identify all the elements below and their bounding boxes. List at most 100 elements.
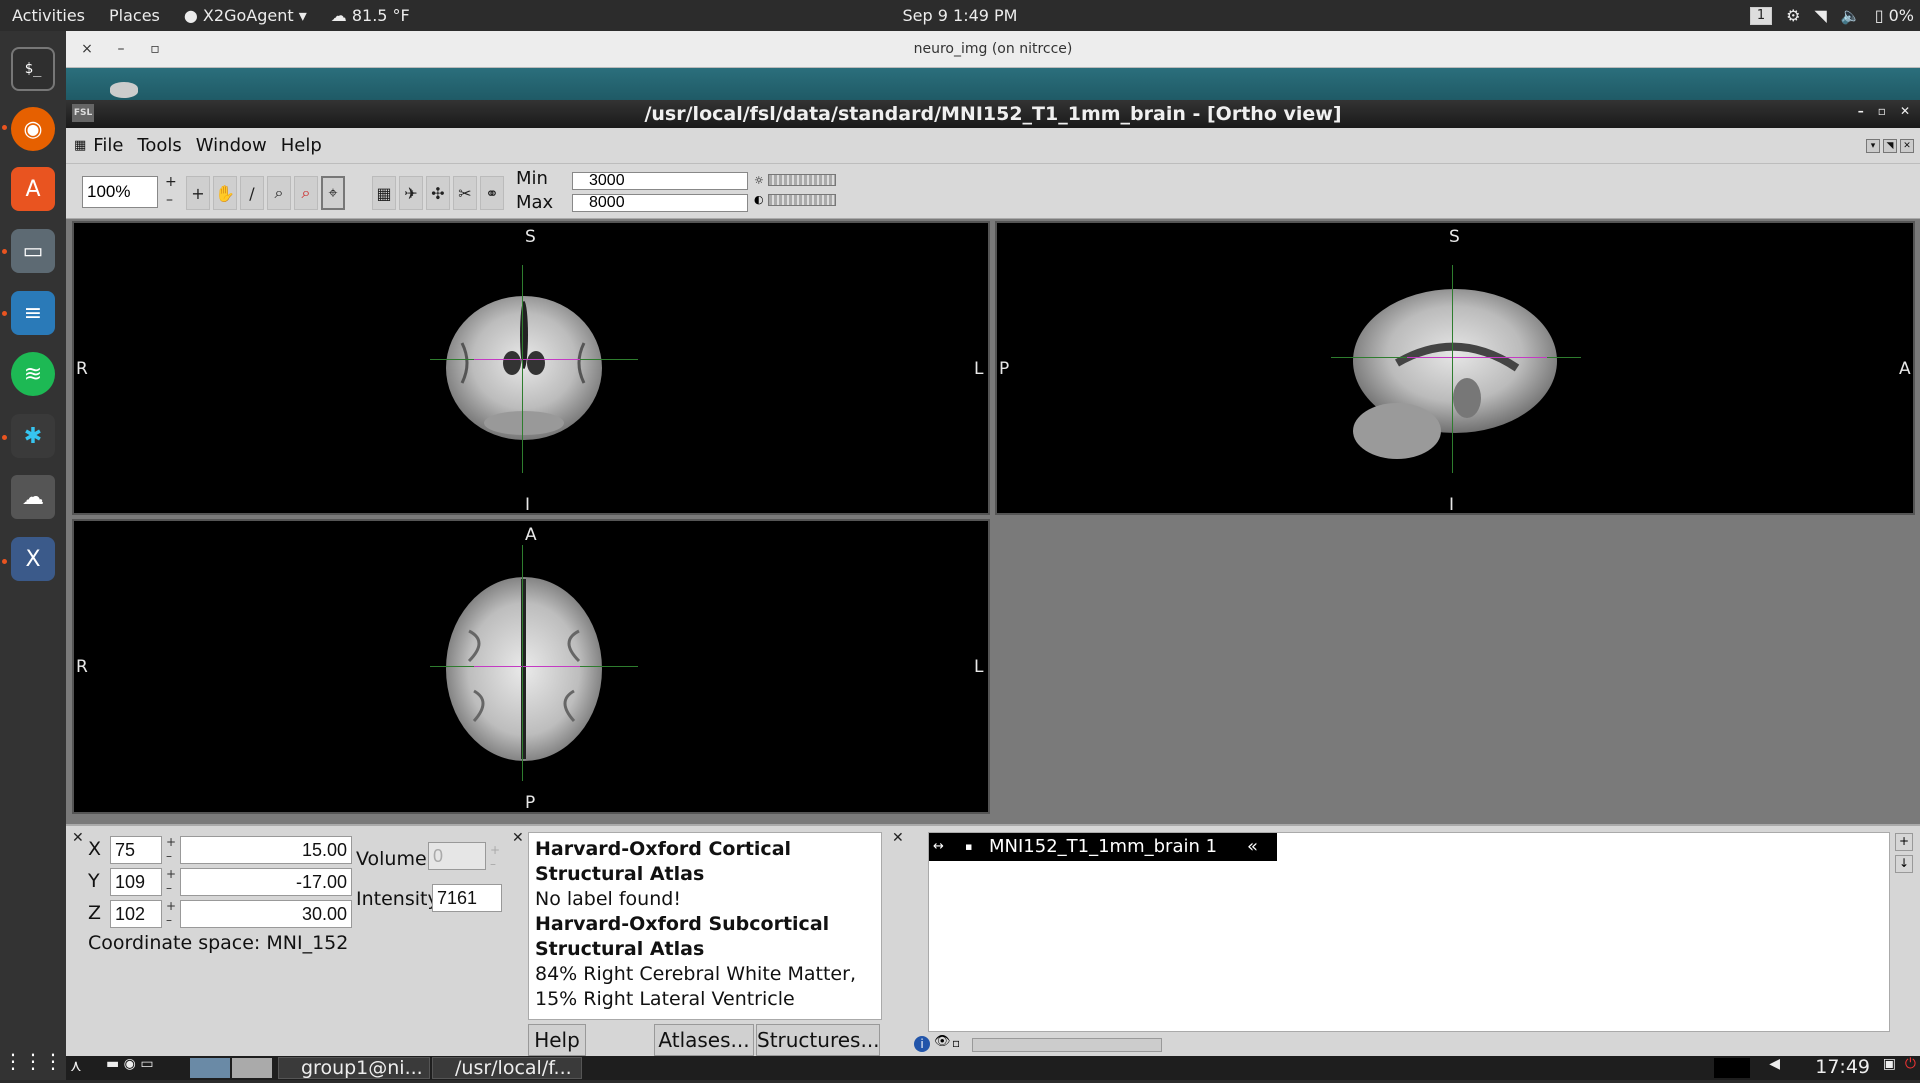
y-voxel-increment[interactable]: +	[166, 868, 176, 880]
z-label: Z	[88, 902, 102, 924]
collapse-icon[interactable]: «	[1247, 833, 1258, 861]
volume-increment[interactable]: +	[490, 844, 500, 856]
close-icon[interactable]: ✕	[1900, 104, 1910, 118]
z-voxel-input[interactable]	[110, 900, 162, 928]
software-center-icon[interactable]: A	[11, 167, 55, 211]
binoculars-icon[interactable]: ⚭	[480, 176, 504, 210]
network-icon[interactable]: ▣	[1883, 1056, 1896, 1072]
pen-icon[interactable]: /	[240, 176, 264, 210]
slack-icon[interactable]: ✱	[11, 414, 55, 458]
reset-zoom-icon[interactable]: ⌕	[294, 176, 318, 210]
axial-canvas[interactable]: A P R L	[72, 519, 990, 814]
maximize-icon[interactable]: ▫	[1878, 104, 1886, 118]
taskbar-item-fsl[interactable]: /usr/local/f...	[432, 1057, 582, 1079]
crosshair-icon[interactable]: ⌖	[321, 176, 345, 210]
wifi-icon[interactable]: ◥	[1814, 6, 1826, 25]
zoom-decrement-button[interactable]: –	[166, 192, 173, 208]
drive-icon[interactable]	[110, 82, 138, 98]
spotify-icon[interactable]: ≋	[11, 352, 55, 396]
panel-close-icon[interactable]: ✕	[1900, 138, 1914, 153]
zoom-input[interactable]	[82, 176, 158, 208]
visibility-icon[interactable]: ▪	[965, 833, 972, 861]
writer-icon[interactable]: ≡	[11, 291, 55, 335]
weather-indicator[interactable]: ☁ 81.5 °F	[319, 6, 422, 25]
workspace-switcher-2[interactable]	[232, 1058, 272, 1078]
close-atlas-panel-icon[interactable]: ✕	[512, 830, 524, 846]
close-icon[interactable]: ×	[74, 41, 100, 57]
menu-tools[interactable]: Tools	[130, 135, 188, 156]
horizontal-scrollbar[interactable]	[972, 1038, 1162, 1052]
terminal-icon[interactable]: $_	[11, 47, 55, 91]
coronal-canvas[interactable]: S I R L	[72, 221, 990, 515]
places-menu[interactable]: Places	[97, 6, 172, 25]
maximize-icon[interactable]: ▫	[142, 41, 168, 57]
link-icon[interactable]: ↔	[933, 833, 944, 861]
brightness-slider[interactable]	[768, 174, 836, 186]
close-layers-panel-icon[interactable]: ✕	[892, 830, 904, 846]
taskbar-item-terminal[interactable]: group1@ni...	[278, 1057, 430, 1079]
launcher-icons[interactable]: ▬ ◉ ▭	[106, 1056, 154, 1072]
app-grid-icon[interactable]: ⋮⋮⋮	[3, 1039, 63, 1083]
cortical-atlas-title[interactable]: Harvard-Oxford Cortical Structural Atlas	[535, 837, 875, 887]
minimize-icon[interactable]: –	[108, 41, 134, 57]
volume-decrement[interactable]: –	[490, 858, 496, 870]
menu-help[interactable]: Help	[274, 135, 329, 156]
firefox-icon[interactable]: ◉	[11, 107, 55, 151]
overlay-row[interactable]: ↔ ▪ MNI152_T1_1mm_brain 1 «	[929, 833, 1277, 861]
layout-icon[interactable]: ▦	[372, 176, 396, 210]
crosshair-highlight	[474, 359, 580, 360]
max-input[interactable]	[572, 194, 748, 212]
battery-indicator[interactable]: ▯ 0%	[1875, 6, 1914, 25]
close-location-panel-icon[interactable]: ✕	[72, 830, 84, 846]
structures-button[interactable]: Structures...	[756, 1024, 880, 1056]
movie-icon[interactable]: ✈	[399, 176, 423, 210]
ortho-toolbar: + – + ✋ / ⌕ ⌕ ⌖ ▦ ✈ ✣ ✂ ⚭ Min Max ☼ ◐	[66, 164, 1920, 219]
z-voxel-increment[interactable]: +	[166, 900, 176, 912]
sagittal-canvas[interactable]: S I P A	[995, 221, 1915, 515]
move-down-button[interactable]: ↓	[1895, 855, 1913, 873]
add-overlay-button[interactable]: +	[1895, 833, 1913, 851]
scissors-icon[interactable]: ✂	[453, 176, 477, 210]
taskbar-clock[interactable]: 17:49	[1815, 1056, 1870, 1078]
power-icon[interactable]: ⏻	[1905, 1056, 1916, 1072]
pan-hand-icon[interactable]: ✋	[213, 176, 237, 210]
volume-icon[interactable]: 🔈	[1841, 6, 1861, 25]
y-world-input[interactable]	[180, 868, 352, 896]
info-icon[interactable]: i	[914, 1036, 930, 1052]
y-voxel-decrement[interactable]: –	[166, 882, 172, 894]
subcortical-atlas-title[interactable]: Harvard-Oxford Subcortical Structural At…	[535, 912, 875, 962]
atlases-button[interactable]: Atlases...	[654, 1024, 754, 1056]
lock-icon[interactable]: ▫	[952, 1036, 960, 1050]
x-world-input[interactable]	[180, 836, 352, 864]
eye-icon[interactable]: 👁	[934, 1034, 951, 1049]
x-voxel-increment[interactable]: +	[166, 836, 176, 848]
contrast-slider[interactable]	[768, 194, 836, 206]
x-voxel-decrement[interactable]: –	[166, 850, 172, 862]
zoom-increment-button[interactable]: +	[165, 174, 177, 190]
speaker-icon[interactable]: ◀	[1769, 1056, 1780, 1072]
z-voxel-decrement[interactable]: –	[166, 914, 172, 926]
z-world-input[interactable]	[180, 900, 352, 928]
minimize-icon[interactable]: –	[1858, 104, 1864, 118]
x2go-icon[interactable]: ☁	[11, 475, 55, 519]
y-voxel-input[interactable]	[110, 868, 162, 896]
panel-restore-icon[interactable]: ◥	[1883, 138, 1897, 153]
workspace-switcher[interactable]	[190, 1058, 230, 1078]
menu-file[interactable]: File	[86, 135, 130, 156]
min-input[interactable]	[572, 172, 748, 190]
start-menu-icon[interactable]: ⋏	[70, 1056, 82, 1075]
cursor-mode-icon[interactable]: +	[186, 176, 210, 210]
menu-window[interactable]: Window	[189, 135, 274, 156]
zoom-icon[interactable]: ⌕	[267, 176, 291, 210]
files-icon[interactable]: ▭	[11, 229, 55, 273]
workspace-indicator[interactable]: 1	[1749, 6, 1773, 25]
activities-button[interactable]: Activities	[0, 6, 97, 25]
xming-icon[interactable]: X	[11, 537, 55, 581]
volume-input[interactable]	[428, 842, 486, 870]
settings-icon[interactable]: ⚙	[1786, 6, 1800, 25]
atlas-help-button[interactable]: Help	[528, 1024, 586, 1056]
settings-wand-icon[interactable]: ✣	[426, 176, 450, 210]
panel-dropdown-icon[interactable]: ▾	[1866, 138, 1880, 153]
app-menu[interactable]: ● X2GoAgent ▾	[172, 6, 319, 25]
x-voxel-input[interactable]	[110, 836, 162, 864]
